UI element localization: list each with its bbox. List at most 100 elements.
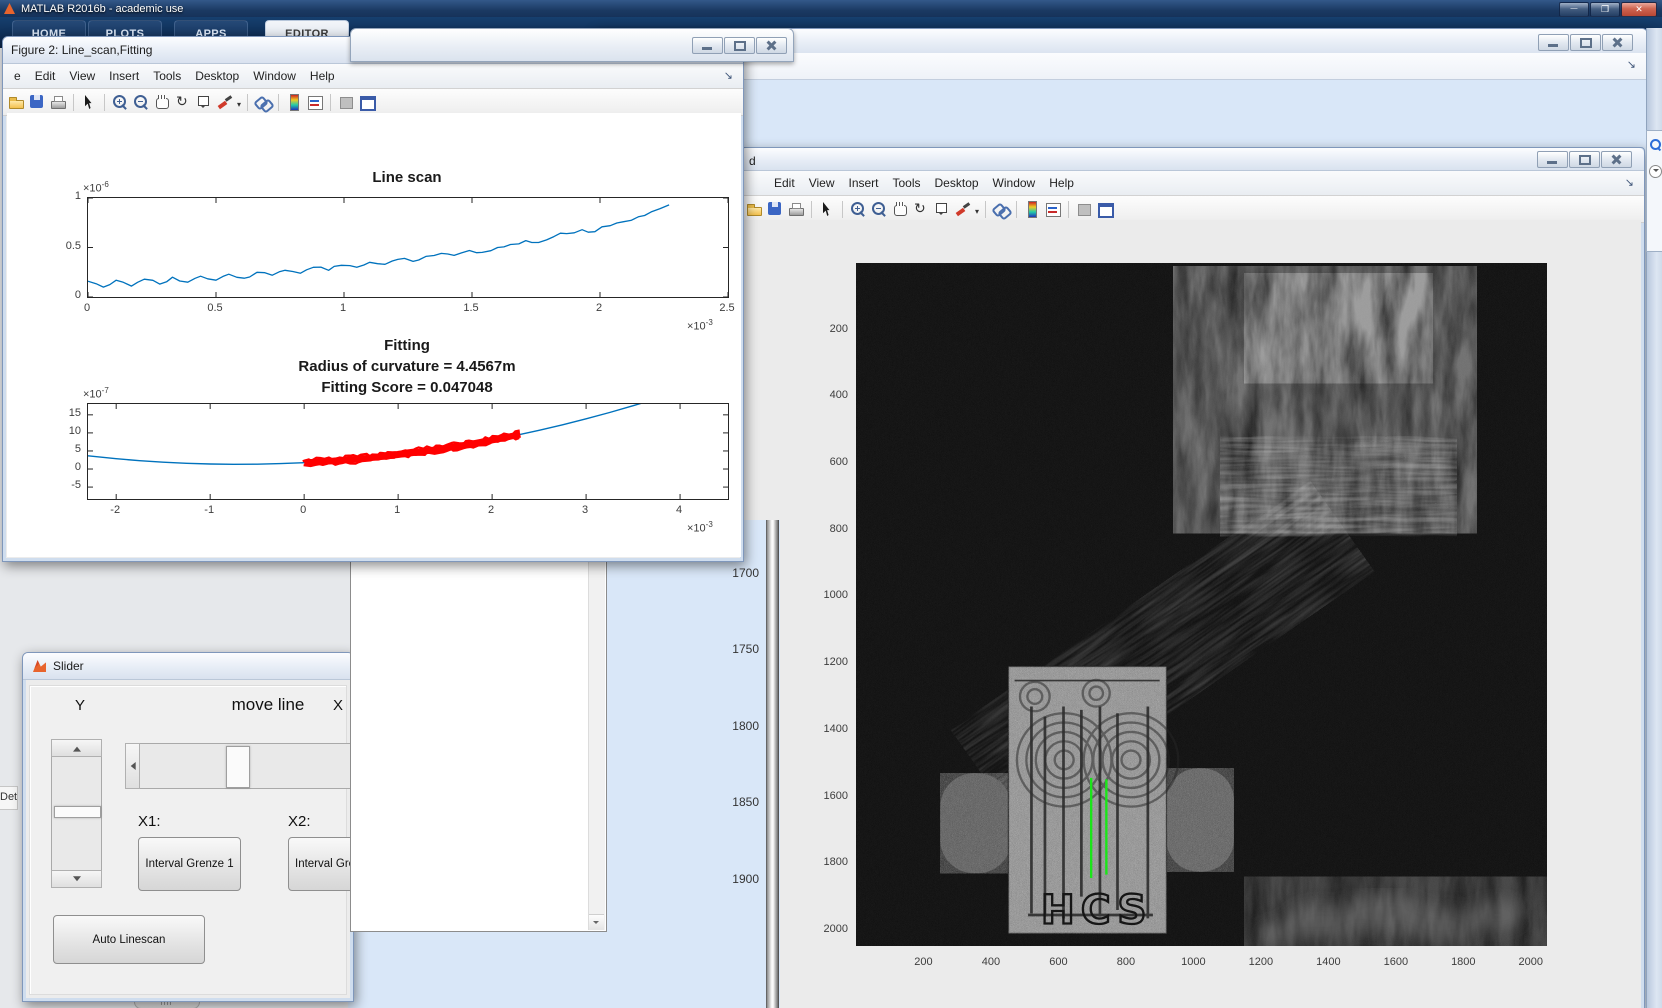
menu-item-insert[interactable]: Insert <box>109 69 139 83</box>
menu-item-tools[interactable]: Tools <box>153 69 181 83</box>
zoom-in-icon[interactable] <box>111 93 129 111</box>
details-panel-tab[interactable]: Det <box>0 786 18 810</box>
image-x-tick-label: 1400 <box>1316 956 1341 968</box>
vertical-scrollbar[interactable] <box>766 520 779 1008</box>
axes-toggle-icon[interactable] <box>1075 200 1093 218</box>
slider-up-icon[interactable] <box>51 739 102 757</box>
link-icon[interactable] <box>992 200 1010 218</box>
menu-item-edit[interactable]: Edit <box>35 69 56 83</box>
toolbar-divider <box>330 93 332 111</box>
plot-canvas[interactable] <box>88 198 728 297</box>
minimize-icon[interactable] <box>1559 2 1589 17</box>
linescan-plot-title: Line scan <box>372 169 442 186</box>
pan-icon[interactable] <box>891 200 909 218</box>
dock-arrow-icon[interactable]: ↘ <box>1627 58 1636 71</box>
menu-item-help[interactable]: Help <box>1049 176 1074 190</box>
fitting-radius-subtitle: Radius of curvature = 4.4567m <box>298 358 516 375</box>
details-label: Det <box>0 791 18 803</box>
open-icon[interactable] <box>745 200 763 218</box>
image-x-tick-label: 1200 <box>1248 956 1274 968</box>
x-slider-thumb[interactable] <box>226 746 250 788</box>
menu-item-e[interactable]: e <box>14 69 21 83</box>
data-cursor-icon[interactable] <box>933 200 951 218</box>
dock-arrow-icon[interactable]: ↘ <box>1625 176 1634 189</box>
phase-image-axes[interactable]: HCS <box>856 263 1547 946</box>
y-slider-thumb[interactable] <box>54 806 101 818</box>
menu-item-help[interactable]: Help <box>310 69 335 83</box>
ruler-tick-label: 1900 <box>732 872 759 886</box>
y-tick-label: -5 <box>71 479 81 492</box>
cursor-icon[interactable] <box>80 93 98 111</box>
maximize-icon[interactable] <box>1570 34 1601 51</box>
list-window-controls <box>692 37 787 54</box>
x-slider[interactable] <box>125 743 353 789</box>
phase-image[interactable]: HCS <box>856 263 1547 946</box>
zoom-in-icon[interactable] <box>849 200 867 218</box>
menu-item-window[interactable]: Window <box>253 69 296 83</box>
save-icon[interactable] <box>766 200 784 218</box>
rotate-icon[interactable] <box>912 200 930 218</box>
figure-right-window: d ↘ Edit View Insert Tools Desktop Window Help… <box>740 147 1645 1008</box>
interval-grenze1-button[interactable]: Interval Grenze 1 <box>138 837 241 891</box>
minimize-icon[interactable] <box>1537 151 1568 168</box>
menu-item-view[interactable]: View <box>69 69 95 83</box>
ruler-tick-label: 1850 <box>732 795 759 809</box>
auto-linescan-button[interactable]: Auto Linescan <box>53 915 205 964</box>
link-icon[interactable] <box>254 93 272 111</box>
scroll-down-icon[interactable] <box>589 914 604 930</box>
colorbar-icon[interactable] <box>1023 200 1041 218</box>
menu-item-insert[interactable]: Insert <box>848 176 878 190</box>
legend-icon[interactable] <box>306 93 324 111</box>
brush-icon[interactable] <box>954 200 972 218</box>
close-icon[interactable] <box>1602 34 1633 51</box>
minimize-icon[interactable] <box>1538 34 1569 51</box>
close-icon[interactable] <box>1621 2 1657 17</box>
pan-icon[interactable] <box>153 93 171 111</box>
brush-icon[interactable] <box>216 93 234 111</box>
x-axis-exponent: ×10-3 <box>687 318 713 333</box>
zoom-out-icon[interactable] <box>870 200 888 218</box>
dropdown-caret-icon[interactable]: ▾ <box>237 100 241 109</box>
plot-canvas[interactable] <box>88 404 728 499</box>
minimize-icon[interactable] <box>692 37 723 54</box>
y-slider[interactable] <box>51 739 102 888</box>
zoom-out-icon[interactable] <box>132 93 150 111</box>
menu-item-tools[interactable]: Tools <box>893 176 921 190</box>
window-icon[interactable] <box>358 93 377 111</box>
print-icon[interactable] <box>49 93 67 111</box>
print-icon[interactable] <box>787 200 805 218</box>
data-cursor-icon[interactable] <box>195 93 213 111</box>
menu-item-edit[interactable]: Edit <box>774 176 795 190</box>
ruler-tick-label: 1800 <box>732 719 759 733</box>
close-icon[interactable] <box>756 37 787 54</box>
axes-toggle-icon[interactable] <box>337 93 355 111</box>
menu-item-window[interactable]: Window <box>993 176 1036 190</box>
interval2-label: Interval Gre <box>295 858 356 870</box>
open-icon[interactable] <box>7 93 25 111</box>
figure-right-titlebar[interactable]: d <box>741 148 1644 171</box>
collapse-icon[interactable] <box>1649 165 1662 178</box>
toolbar-divider <box>811 200 812 218</box>
slider-left-icon[interactable] <box>125 743 140 789</box>
toolbar-divider <box>104 93 105 111</box>
slider-titlebar[interactable]: Slider <box>23 653 353 680</box>
legend-icon[interactable] <box>1044 200 1062 218</box>
maximize-icon[interactable] <box>1590 2 1620 17</box>
cursor-icon[interactable] <box>818 200 836 218</box>
window-icon[interactable] <box>1096 200 1115 218</box>
close-icon[interactable] <box>1601 151 1632 168</box>
maximize-icon[interactable] <box>724 37 755 54</box>
dropdown-caret-icon[interactable]: ▾ <box>975 207 979 216</box>
slider-down-icon[interactable] <box>51 870 102 888</box>
menu-item-desktop[interactable]: Desktop <box>195 69 239 83</box>
save-icon[interactable] <box>28 93 46 111</box>
maximize-icon[interactable] <box>1569 151 1600 168</box>
rotate-icon[interactable] <box>174 93 192 111</box>
dock-arrow-icon[interactable]: ↘ <box>724 69 733 82</box>
list-window-titlebar[interactable] <box>350 28 794 62</box>
search-icon[interactable] <box>1650 139 1661 150</box>
menu-item-view[interactable]: View <box>809 176 835 190</box>
y-axis-label: Y <box>75 697 86 714</box>
menu-item-desktop[interactable]: Desktop <box>935 176 979 190</box>
colorbar-icon[interactable] <box>285 93 303 111</box>
